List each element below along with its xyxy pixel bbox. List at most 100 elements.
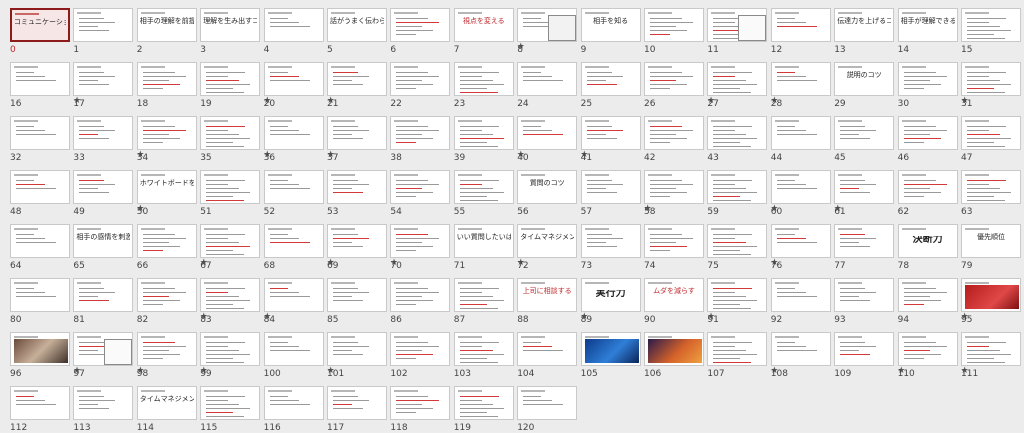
slide-thumbnail[interactable] — [834, 170, 895, 204]
slide-thumbnail[interactable] — [263, 386, 324, 420]
slide-thumbnail[interactable] — [136, 332, 197, 366]
slide-thumbnail[interactable] — [200, 278, 261, 312]
slide-thumbnail[interactable] — [770, 224, 831, 258]
slide-thumbnail[interactable] — [263, 224, 324, 258]
slide-thumbnail[interactable]: 決断力 — [897, 224, 958, 258]
slide-thumbnail[interactable]: 説明のコツ — [834, 62, 895, 96]
slide-thumbnail[interactable]: 伝達力を上げるコツ — [834, 8, 895, 42]
slide-thumbnail[interactable] — [453, 62, 514, 96]
slide-thumbnail[interactable] — [10, 332, 70, 366]
slide-thumbnail[interactable] — [707, 278, 768, 312]
slide-thumbnail[interactable] — [10, 278, 70, 312]
slide-thumbnail[interactable] — [200, 62, 261, 96]
slide-thumbnail[interactable] — [707, 170, 768, 204]
slide-thumbnail[interactable] — [770, 62, 831, 96]
slide-thumbnail[interactable] — [580, 224, 641, 258]
slide-thumbnail[interactable] — [770, 170, 831, 204]
slide-thumbnail[interactable] — [73, 116, 134, 150]
slide-thumbnail[interactable]: いい質問したいは — [453, 224, 514, 258]
slide-thumbnail[interactable] — [327, 386, 387, 420]
slide-thumbnail[interactable] — [327, 224, 387, 258]
slide-thumbnail[interactable] — [707, 116, 768, 150]
slide-thumbnail[interactable]: 上司に相談する — [517, 278, 578, 312]
slide-thumbnail[interactable] — [10, 116, 70, 150]
slide-thumbnail[interactable]: ムダを減らす — [644, 278, 704, 312]
slide-thumbnail[interactable] — [897, 170, 958, 204]
slide-thumbnail[interactable]: コミュニケーションをタイムマネジメント — [10, 8, 70, 42]
slide-thumbnail[interactable] — [136, 278, 197, 312]
slide-thumbnail[interactable] — [73, 8, 134, 42]
slide-thumbnail[interactable] — [644, 116, 704, 150]
slide-thumbnail[interactable] — [517, 8, 578, 42]
slide-thumbnail[interactable] — [390, 116, 451, 150]
slide-thumbnail[interactable] — [770, 116, 831, 150]
slide-thumbnail[interactable] — [961, 332, 1021, 366]
slide-thumbnail[interactable] — [263, 332, 324, 366]
slide-thumbnail[interactable] — [580, 170, 641, 204]
slide-thumbnail[interactable] — [200, 116, 261, 150]
slide-thumbnail[interactable] — [73, 332, 134, 366]
slide-thumbnail[interactable] — [263, 62, 324, 96]
slide-thumbnail[interactable]: 話がうまく伝わらないときは — [327, 8, 387, 42]
slide-thumbnail[interactable] — [73, 278, 134, 312]
slide-thumbnail[interactable] — [770, 278, 831, 312]
slide-thumbnail[interactable] — [327, 116, 387, 150]
slide-thumbnail[interactable] — [10, 62, 70, 96]
slide-thumbnail[interactable] — [390, 278, 451, 312]
slide-thumbnail[interactable] — [961, 8, 1021, 42]
slide-thumbnail[interactable] — [390, 8, 451, 42]
slide-thumbnail[interactable] — [897, 116, 958, 150]
slide-thumbnail[interactable] — [897, 332, 958, 366]
slide-thumbnail[interactable] — [200, 224, 261, 258]
slide-thumbnail[interactable] — [200, 332, 261, 366]
slide-thumbnail[interactable]: 質問のコツ — [517, 170, 578, 204]
slide-thumbnail[interactable] — [770, 8, 831, 42]
slide-thumbnail[interactable] — [961, 62, 1021, 96]
slide-thumbnail[interactable] — [136, 224, 197, 258]
slide-thumbnail[interactable] — [770, 332, 831, 366]
slide-thumbnail[interactable] — [327, 332, 387, 366]
slide-thumbnail[interactable] — [834, 116, 895, 150]
slide-thumbnail[interactable] — [390, 386, 451, 420]
slide-thumbnail[interactable] — [73, 170, 134, 204]
slide-thumbnail[interactable] — [707, 224, 768, 258]
slide-thumbnail[interactable] — [263, 116, 324, 150]
slide-thumbnail[interactable] — [453, 116, 514, 150]
slide-thumbnail[interactable] — [10, 386, 70, 420]
slide-thumbnail[interactable] — [897, 62, 958, 96]
slide-thumbnail[interactable] — [707, 62, 768, 96]
slide-thumbnail[interactable] — [390, 170, 451, 204]
slide-thumbnail[interactable]: 視点を変える — [453, 8, 514, 42]
slide-thumbnail[interactable] — [517, 62, 578, 96]
slide-thumbnail[interactable] — [517, 332, 578, 366]
slide-thumbnail[interactable] — [73, 386, 134, 420]
slide-thumbnail[interactable]: 相手の感情を刺激する — [73, 224, 134, 258]
slide-thumbnail[interactable] — [327, 278, 387, 312]
slide-thumbnail[interactable]: 相手が理解できるコミュニケーション — [897, 8, 958, 42]
slide-thumbnail[interactable] — [327, 170, 387, 204]
slide-thumbnail[interactable] — [390, 332, 451, 366]
slide-thumbnail[interactable] — [263, 278, 324, 312]
slide-thumbnail[interactable] — [390, 62, 451, 96]
slide-thumbnail[interactable] — [580, 332, 641, 366]
slide-thumbnail[interactable] — [10, 224, 70, 258]
slide-thumbnail[interactable] — [453, 170, 514, 204]
slide-thumbnail[interactable] — [73, 62, 134, 96]
slide-thumbnail[interactable] — [327, 62, 387, 96]
slide-thumbnail[interactable]: タイムマネジメント — [517, 224, 578, 258]
slide-thumbnail[interactable] — [834, 278, 895, 312]
slide-thumbnail[interactable] — [644, 224, 704, 258]
slide-thumbnail[interactable] — [517, 116, 578, 150]
slide-thumbnail[interactable] — [707, 332, 768, 366]
slide-thumbnail[interactable] — [200, 170, 261, 204]
slide-thumbnail[interactable]: 理解を生み出すコツ — [200, 8, 261, 42]
slide-thumbnail[interactable] — [834, 332, 895, 366]
slide-thumbnail[interactable] — [580, 116, 641, 150]
slide-thumbnail[interactable]: タイムマネジメント — [136, 386, 197, 420]
slide-thumbnail[interactable] — [136, 62, 197, 96]
slide-thumbnail[interactable] — [200, 386, 261, 420]
slide-thumbnail[interactable] — [961, 170, 1021, 204]
slide-thumbnail[interactable] — [263, 8, 324, 42]
slide-thumbnail[interactable]: 実行力 — [580, 278, 641, 312]
slide-thumbnail[interactable] — [644, 170, 704, 204]
